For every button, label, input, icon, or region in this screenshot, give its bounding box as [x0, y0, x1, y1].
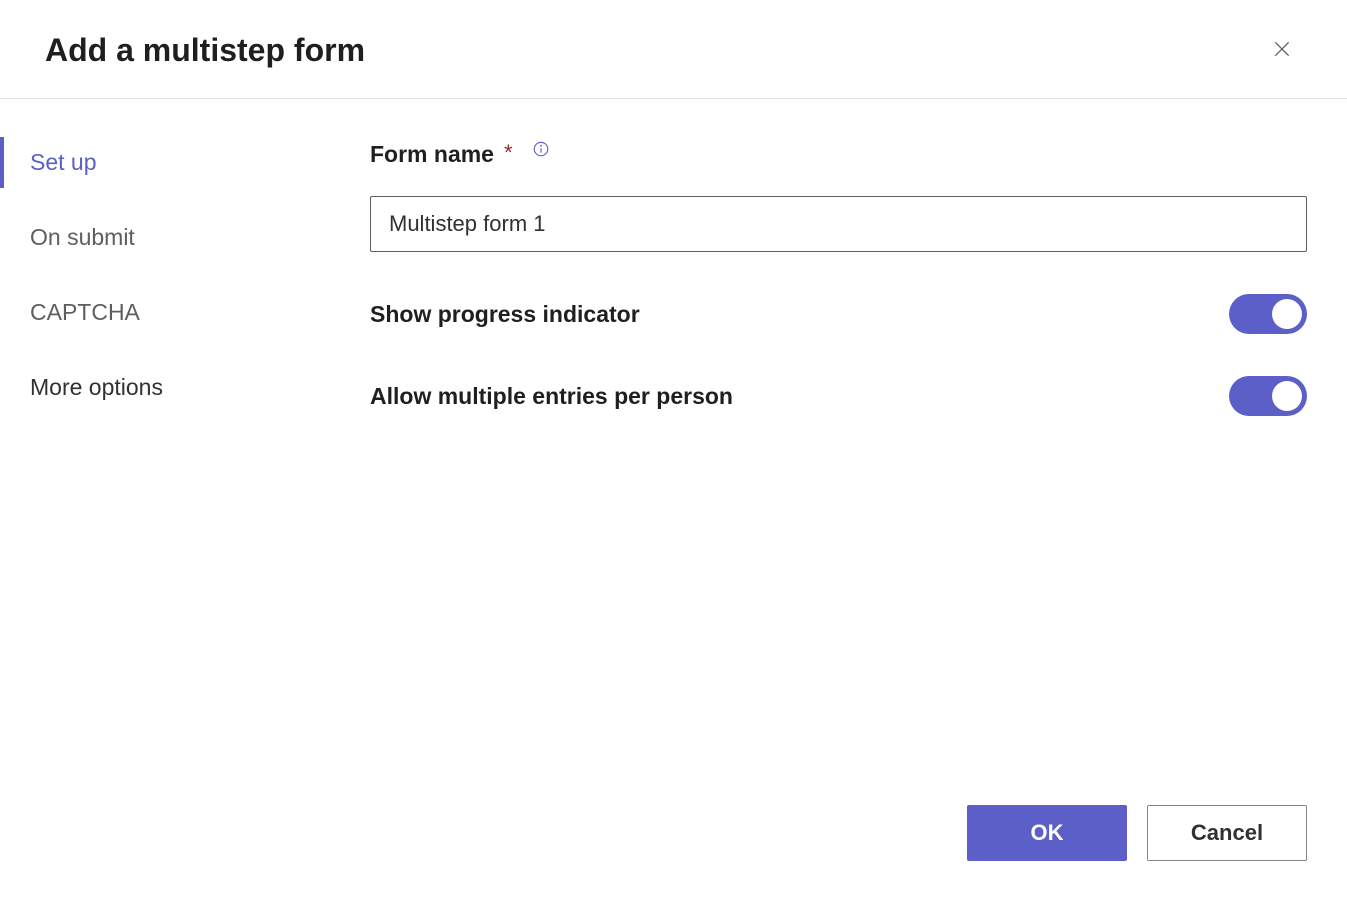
cancel-button[interactable]: Cancel — [1147, 805, 1307, 861]
close-button[interactable] — [1262, 30, 1302, 70]
sidebar-item-captcha[interactable]: CAPTCHA — [0, 287, 370, 338]
ok-button[interactable]: OK — [967, 805, 1127, 861]
toggle-knob — [1272, 299, 1302, 329]
info-icon[interactable] — [531, 139, 551, 159]
sidebar-item-setup[interactable]: Set up — [0, 137, 370, 188]
toggle-label-progress: Show progress indicator — [370, 301, 640, 328]
toggle-label-multiple: Allow multiple entries per person — [370, 383, 733, 410]
toggle-row-progress: Show progress indicator — [370, 294, 1307, 334]
close-icon — [1272, 39, 1292, 62]
toggle-progress-indicator[interactable] — [1229, 294, 1307, 334]
toggle-knob — [1272, 381, 1302, 411]
sidebar-item-label: Set up — [30, 149, 97, 175]
toggle-multiple-entries[interactable] — [1229, 376, 1307, 416]
sidebar-item-moreoptions[interactable]: More options — [0, 362, 370, 413]
sidebar-item-label: CAPTCHA — [30, 299, 140, 325]
form-section: Form name * Show progress indicator — [370, 141, 1307, 416]
sidebar: Set up On submit CAPTCHA More options — [0, 99, 370, 901]
form-name-input[interactable] — [370, 196, 1307, 252]
form-name-label: Form name — [370, 141, 494, 168]
form-name-label-row: Form name * — [370, 141, 1307, 168]
toggle-row-multiple: Allow multiple entries per person — [370, 376, 1307, 416]
dialog-footer: OK Cancel — [370, 805, 1307, 881]
dialog-body: Set up On submit CAPTCHA More options Fo… — [0, 99, 1347, 901]
sidebar-item-label: On submit — [30, 224, 135, 250]
sidebar-item-onsubmit[interactable]: On submit — [0, 212, 370, 263]
dialog: Add a multistep form Set up On submit CA… — [0, 0, 1347, 901]
dialog-header: Add a multistep form — [0, 0, 1347, 99]
main-content: Form name * Show progress indicator — [370, 99, 1347, 901]
sidebar-item-label: More options — [30, 374, 163, 400]
required-mark: * — [504, 140, 513, 166]
dialog-title: Add a multistep form — [45, 32, 365, 69]
